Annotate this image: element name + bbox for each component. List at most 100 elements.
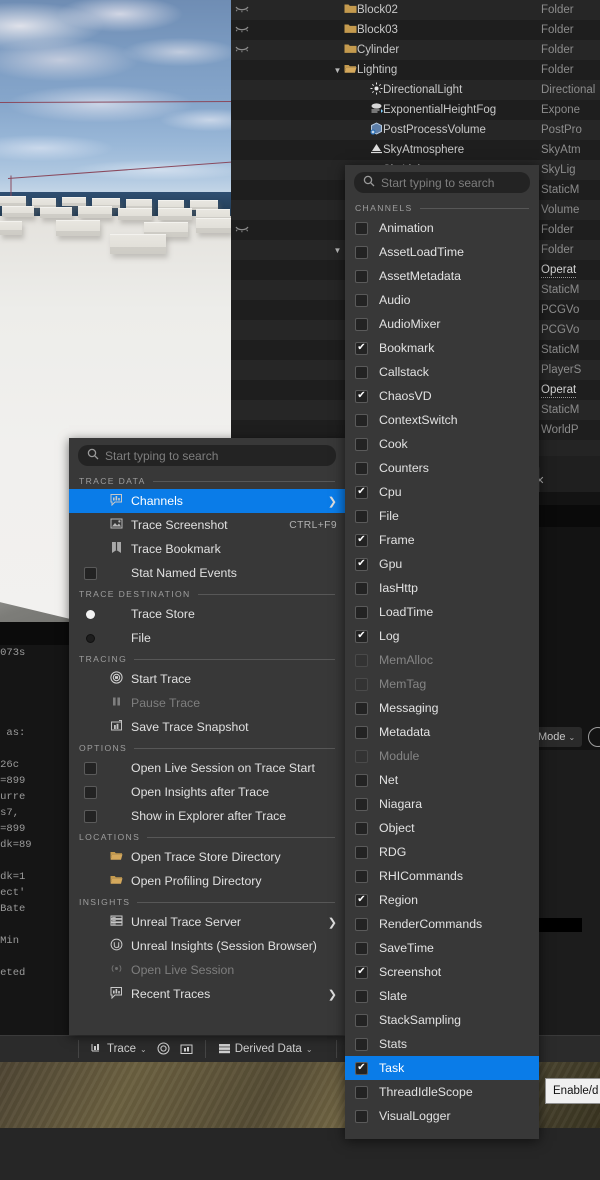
channel-item-chaosvd[interactable]: ✔ ChaosVD xyxy=(345,384,539,408)
channel-item-audiomixer[interactable]: AudioMixer xyxy=(345,312,539,336)
channel-item-log[interactable]: ✔ Log xyxy=(345,624,539,648)
checkbox-box[interactable] xyxy=(83,566,97,580)
menu-item-unreal-insights-session-browser[interactable]: Unreal Insights (Session Browser) xyxy=(69,934,345,958)
channel-checkbox[interactable]: ✔ xyxy=(355,389,368,403)
channel-checkbox[interactable] xyxy=(355,1109,368,1123)
channel-item-slate[interactable]: Slate xyxy=(345,984,539,1008)
channel-checkbox[interactable] xyxy=(355,581,368,595)
channel-checkbox[interactable] xyxy=(355,1085,368,1099)
outliner-row[interactable]: SkyAtmosphere SkyAtm xyxy=(231,140,600,160)
channel-checkbox[interactable] xyxy=(355,821,368,835)
channel-item-task[interactable]: ✔ Task xyxy=(345,1056,539,1080)
channel-checkbox[interactable] xyxy=(355,725,368,739)
menu-item-open-insights-after-trace[interactable]: Open Insights after Trace xyxy=(69,780,345,804)
channel-item-audio[interactable]: Audio xyxy=(345,288,539,312)
mode-dropdown[interactable]: Mode ⌄ xyxy=(534,727,582,747)
menu-item-unreal-trace-server[interactable]: Unreal Trace Server ❯ xyxy=(69,910,345,934)
channel-item-object[interactable]: Object xyxy=(345,816,539,840)
channel-checkbox[interactable] xyxy=(355,917,368,931)
channel-item-assetloadtime[interactable]: AssetLoadTime xyxy=(345,240,539,264)
channel-item-stacksampling[interactable]: StackSampling xyxy=(345,1008,539,1032)
menu-item-show-in-explorer-after-trace[interactable]: Show in Explorer after Trace xyxy=(69,804,345,828)
channel-item-region[interactable]: ✔ Region xyxy=(345,888,539,912)
channel-checkbox[interactable] xyxy=(355,941,368,955)
channel-item-animation[interactable]: Animation xyxy=(345,216,539,240)
channel-checkbox[interactable]: ✔ xyxy=(355,557,368,571)
channel-checkbox[interactable]: ✔ xyxy=(355,341,368,355)
channel-item-counters[interactable]: Counters xyxy=(345,456,539,480)
radio-dot[interactable] xyxy=(85,609,95,619)
derived-data-button[interactable]: Derived Data ⌄ xyxy=(213,1039,318,1060)
menu-item-trace-screenshot[interactable]: Trace Screenshot CTRL+F9 xyxy=(69,513,345,537)
menu-item-trace-store[interactable]: Trace Store xyxy=(69,602,345,626)
outliner-row[interactable]: ▼ Lighting Folder xyxy=(231,60,600,80)
channel-checkbox[interactable] xyxy=(355,989,368,1003)
channel-checkbox[interactable] xyxy=(355,293,368,307)
menu-item-start-trace[interactable]: Start Trace xyxy=(69,667,345,691)
menu-item-open-profiling-directory[interactable]: Open Profiling Directory xyxy=(69,869,345,893)
menu-item-stat-named-events[interactable]: Stat Named Events xyxy=(69,561,345,585)
channel-item-metadata[interactable]: Metadata xyxy=(345,720,539,744)
channel-item-messaging[interactable]: Messaging xyxy=(345,696,539,720)
channel-item-visuallogger[interactable]: VisualLogger xyxy=(345,1104,539,1128)
channel-item-cpu[interactable]: ✔ Cpu xyxy=(345,480,539,504)
channel-item-iashttp[interactable]: IasHttp xyxy=(345,576,539,600)
channel-checkbox[interactable] xyxy=(355,461,368,475)
channel-item-cook[interactable]: Cook xyxy=(345,432,539,456)
channel-checkbox[interactable] xyxy=(355,413,368,427)
channel-item-rdg[interactable]: RDG xyxy=(345,840,539,864)
eye-closed-icon[interactable] xyxy=(231,5,253,16)
trace-menu-button[interactable]: Trace ⌄ xyxy=(86,1039,152,1060)
channel-item-assetmetadata[interactable]: AssetMetadata xyxy=(345,264,539,288)
menu-item-trace-bookmark[interactable]: Trace Bookmark xyxy=(69,537,345,561)
channel-checkbox[interactable] xyxy=(355,509,368,523)
channel-checkbox[interactable] xyxy=(355,317,368,331)
outliner-row-type-link[interactable]: Operat xyxy=(541,383,577,398)
menu-item-open-trace-store-directory[interactable]: Open Trace Store Directory xyxy=(69,845,345,869)
channel-checkbox[interactable] xyxy=(355,1013,368,1027)
channel-item-rendercommands[interactable]: RenderCommands xyxy=(345,912,539,936)
channel-item-bookmark[interactable]: ✔ Bookmark xyxy=(345,336,539,360)
channel-item-contextswitch[interactable]: ContextSwitch xyxy=(345,408,539,432)
channel-item-rhicommands[interactable]: RHICommands xyxy=(345,864,539,888)
channel-checkbox[interactable]: ✔ xyxy=(355,1061,368,1075)
radio-dot[interactable] xyxy=(85,633,95,643)
channel-item-gpu[interactable]: ✔ Gpu xyxy=(345,552,539,576)
chevron-down-icon[interactable]: ▼ xyxy=(331,246,344,255)
channel-checkbox[interactable]: ✔ xyxy=(355,965,368,979)
channel-checkbox[interactable] xyxy=(355,701,368,715)
channel-item-savetime[interactable]: SaveTime xyxy=(345,936,539,960)
outliner-row[interactable]: Block03 Folder xyxy=(231,20,600,40)
channel-checkbox[interactable] xyxy=(355,773,368,787)
trace-dropdown-menu[interactable]: Start typing to search TRACE DATA Channel… xyxy=(69,438,345,1035)
menu-item-recent-traces[interactable]: Recent Traces ❯ xyxy=(69,982,345,1006)
chevron-down-icon[interactable]: ▼ xyxy=(331,66,344,75)
eye-closed-icon[interactable] xyxy=(231,25,253,36)
channel-checkbox[interactable]: ✔ xyxy=(355,485,368,499)
channel-item-screenshot[interactable]: ✔ Screenshot xyxy=(345,960,539,984)
channel-item-net[interactable]: Net xyxy=(345,768,539,792)
channel-item-threadidlescope[interactable]: ThreadIdleScope xyxy=(345,1080,539,1104)
outliner-row[interactable]: DirectionalLight Directional xyxy=(231,80,600,100)
channel-checkbox[interactable] xyxy=(355,269,368,283)
menu-item-save-trace-snapshot[interactable]: Save Trace Snapshot xyxy=(69,715,345,739)
eye-closed-icon[interactable] xyxy=(231,45,253,56)
channel-item-niagara[interactable]: Niagara xyxy=(345,792,539,816)
channel-checkbox[interactable] xyxy=(355,1037,368,1051)
channel-item-loadtime[interactable]: LoadTime xyxy=(345,600,539,624)
channel-checkbox[interactable] xyxy=(355,221,368,235)
trace-search-input[interactable]: Start typing to search xyxy=(78,445,336,466)
checkbox-box[interactable] xyxy=(83,809,97,823)
outliner-row[interactable]: Block02 Folder xyxy=(231,0,600,20)
channel-checkbox[interactable] xyxy=(355,437,368,451)
channel-checkbox[interactable] xyxy=(355,365,368,379)
channel-item-callstack[interactable]: Callstack xyxy=(345,360,539,384)
checkbox-box[interactable] xyxy=(83,785,97,799)
outliner-row[interactable]: Cylinder Folder xyxy=(231,40,600,60)
channels-search-input[interactable]: Start typing to search xyxy=(354,172,530,193)
menu-item-file[interactable]: File xyxy=(69,626,345,650)
channel-item-stats[interactable]: Stats xyxy=(345,1032,539,1056)
channel-checkbox[interactable] xyxy=(355,869,368,883)
channel-item-frame[interactable]: ✔ Frame xyxy=(345,528,539,552)
channel-checkbox[interactable] xyxy=(355,797,368,811)
